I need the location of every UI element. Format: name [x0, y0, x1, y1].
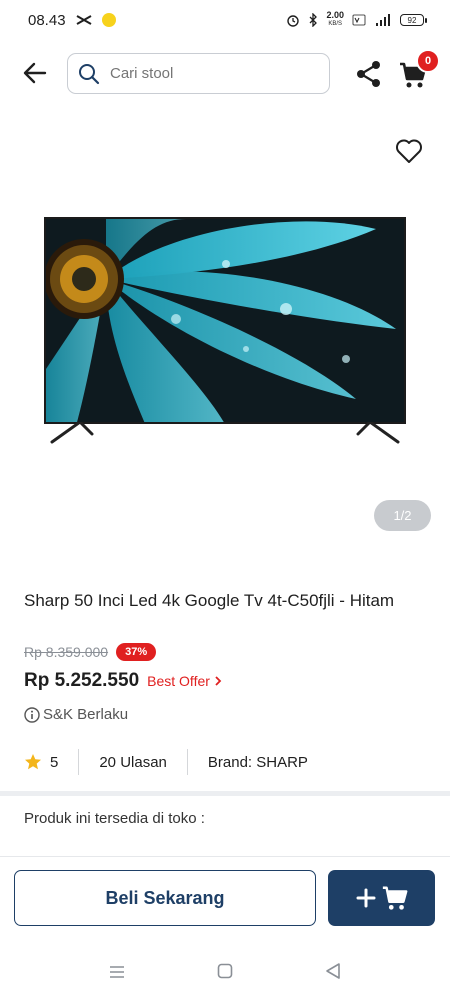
buy-now-button[interactable]: Beli Sekarang	[14, 870, 316, 926]
product-image[interactable]	[44, 217, 406, 445]
star-icon	[25, 754, 41, 770]
status-time: 08.43	[28, 11, 66, 29]
bottom-action-bar: Beli Sekarang	[0, 856, 450, 940]
tv-screen-image	[44, 217, 406, 424]
search-bar[interactable]	[67, 53, 330, 94]
signal-icon	[376, 14, 390, 26]
status-bar: 08.43 2.00 KB/S 92	[0, 0, 450, 40]
rating-value: 5	[50, 753, 59, 771]
brand-label[interactable]: Brand: SHARP	[208, 754, 308, 771]
battery-indicator: 92	[400, 14, 427, 26]
home-icon[interactable]	[217, 963, 233, 979]
product-meta-row: 5 20 Ulasan Brand: SHARP	[24, 746, 308, 778]
original-price-row: Rp 8.359.000 37%	[24, 643, 157, 661]
plus-icon	[356, 888, 375, 908]
system-back-icon[interactable]	[324, 962, 342, 980]
capcut-app-icon	[76, 15, 92, 25]
volte-icon	[352, 14, 366, 26]
current-price: Rp 5.252.550	[24, 670, 140, 691]
cart-count-badge: 0	[416, 49, 440, 73]
store-availability-note: Produk ini tersedia di toko :	[24, 810, 205, 827]
section-divider	[0, 791, 450, 796]
image-counter: 1/2	[374, 500, 431, 531]
discount-badge: 37%	[116, 643, 157, 661]
terms-link[interactable]: S&K Berlaku	[24, 706, 128, 723]
chevron-right-icon	[215, 676, 222, 686]
heart-icon[interactable]	[395, 138, 423, 164]
bluetooth-icon	[310, 13, 318, 27]
price-row: Rp 5.252.550 Best Offer	[24, 670, 222, 692]
add-to-cart-button[interactable]	[328, 870, 435, 926]
alarm-icon	[287, 15, 300, 27]
best-offer-link[interactable]: Best Offer	[147, 673, 222, 689]
network-speed: 2.00 KB/S	[326, 10, 344, 28]
reviews-link[interactable]: 20 Ulasan	[99, 754, 167, 771]
cart-icon	[382, 886, 407, 910]
search-icon	[79, 63, 100, 84]
back-arrow-icon[interactable]	[22, 60, 48, 86]
notification-app-icon	[101, 13, 116, 27]
product-title: Sharp 50 Inci Led 4k Google Tv 4t-C50fjl…	[24, 591, 395, 610]
top-navigation	[0, 50, 450, 96]
recent-apps-icon[interactable]	[108, 963, 126, 981]
system-navigation-bar	[0, 944, 450, 1000]
share-icon[interactable]	[355, 60, 383, 88]
meta-divider	[78, 749, 80, 775]
meta-divider	[186, 749, 188, 775]
original-price: Rp 8.359.000	[24, 644, 109, 660]
tv-stand-right	[356, 422, 400, 444]
info-icon	[24, 706, 40, 723]
search-input[interactable]	[110, 65, 310, 82]
tv-stand-left	[50, 422, 94, 444]
flower-wallpaper	[46, 219, 404, 422]
